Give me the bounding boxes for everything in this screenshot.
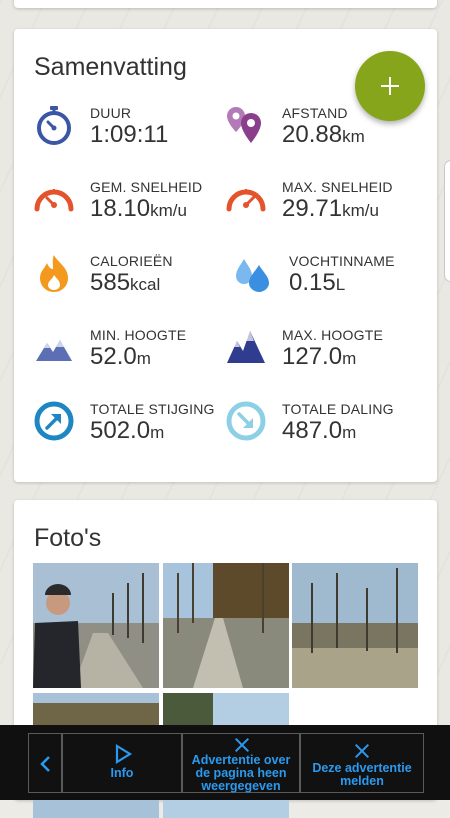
summary-title: Samenvatting [34, 53, 187, 81]
stat-label: AFSTAND [282, 105, 348, 121]
stat-value: 1:09:11 [90, 121, 169, 148]
stat-label: VOCHTINNAME [289, 253, 395, 269]
photo-cyclist-image [33, 563, 159, 688]
stat-label: CALORIEËN [90, 253, 173, 269]
stat-value: 29.71km/u [282, 195, 379, 222]
stat-duration: DUUR 1:09:11 [34, 105, 234, 165]
stat-max-speed: MAX. SNELHEID 29.71km/u [226, 179, 426, 239]
water-drops-icon [236, 259, 269, 292]
photo-thumbnail[interactable] [163, 563, 289, 688]
flame-icon [40, 255, 68, 292]
photos-title: Foto's [34, 524, 102, 552]
stat-distance: AFSTAND 20.88km [226, 105, 426, 165]
ad-about-label-3: weergegeven [201, 779, 281, 793]
stat-hydration: VOCHTINNAME 0.15L [233, 253, 433, 313]
photo-frosty-trees-image [292, 563, 418, 688]
ad-report-button[interactable]: Deze advertentie melden [300, 733, 424, 793]
side-drawer-handle[interactable] [444, 160, 450, 282]
stat-max-altitude: MAX. HOOGTE 127.0m [226, 327, 426, 387]
ad-report-label-2: melden [340, 774, 384, 788]
descent-arrow-icon [226, 401, 266, 441]
photo-thumbnail[interactable] [292, 563, 418, 688]
stat-value: 585kcal [90, 269, 161, 296]
speedometer-max-icon [226, 189, 266, 212]
mountain-low-icon [36, 340, 72, 361]
stat-value: 52.0m [90, 343, 151, 370]
stat-label: GEM. SNELHEID [90, 179, 203, 195]
ascent-arrow-icon [34, 401, 74, 441]
stat-total-ascent: TOTALE STIJGING 502.0m [34, 401, 234, 461]
stat-label: MAX. SNELHEID [282, 179, 393, 195]
stat-value: 127.0m [282, 343, 357, 370]
stat-label: TOTALE STIJGING [90, 401, 215, 417]
stat-min-altitude: MIN. HOOGTE 52.0m [34, 327, 234, 387]
previous-card-edge [14, 0, 437, 8]
photo-forest-path-image [163, 563, 289, 688]
stat-label: MIN. HOOGTE [90, 327, 187, 343]
speedometer-icon [34, 189, 74, 212]
close-icon [234, 737, 250, 753]
mountain-high-icon [227, 331, 265, 363]
ad-info-label: Info [110, 766, 134, 780]
photo-thumbnail[interactable] [33, 563, 159, 688]
stat-avg-speed: GEM. SNELHEID 18.10km/u [34, 179, 234, 239]
close-icon [354, 743, 370, 759]
ad-bar: Info Advertentie over de pagina heen wee… [0, 725, 450, 800]
map-pins-icon [227, 107, 261, 143]
stat-value: 487.0m [282, 417, 357, 444]
stat-calories: CALORIEËN 585kcal [34, 253, 234, 313]
ad-back-button[interactable] [28, 733, 62, 793]
stat-label: DUUR [90, 105, 132, 121]
stopwatch-icon [37, 106, 71, 145]
ad-about-button[interactable]: Advertentie over de pagina heen weergege… [182, 733, 300, 793]
stat-value: 0.15L [289, 269, 346, 296]
ad-info-button[interactable]: Info [62, 733, 182, 793]
stat-value: 20.88km [282, 121, 365, 148]
stat-value: 18.10km/u [90, 195, 187, 222]
stat-label: TOTALE DALING [282, 401, 394, 417]
stat-label: MAX. HOOGTE [282, 327, 383, 343]
chevron-left-icon [40, 756, 50, 772]
stat-total-descent: TOTALE DALING 487.0m [226, 401, 426, 461]
summary-card: Samenvatting DUUR 1:09:11 AFSTAND 20.88k… [14, 29, 437, 482]
play-triangle-icon [115, 744, 133, 764]
stat-value: 502.0m [90, 417, 165, 444]
